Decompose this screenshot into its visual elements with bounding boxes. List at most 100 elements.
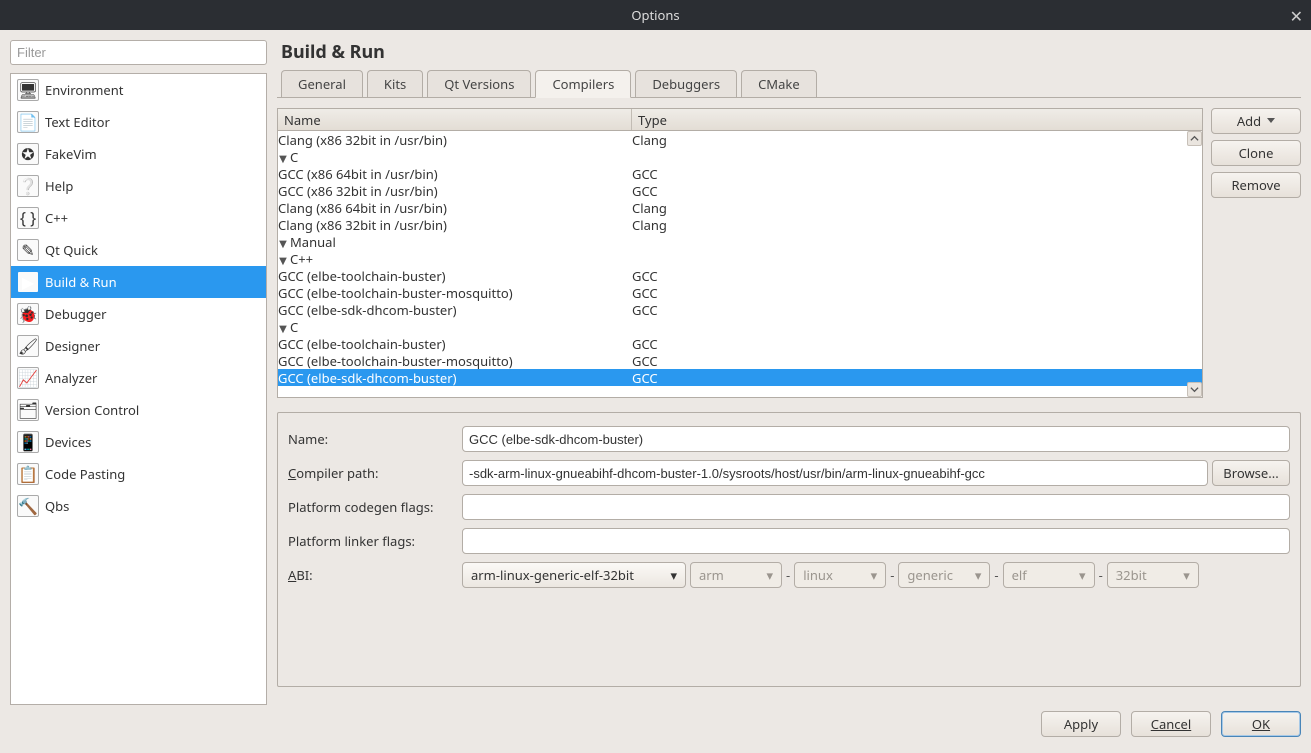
sidebar-item-label: Text Editor bbox=[45, 113, 110, 131]
tree-row[interactable]: Clang (x86 32bit in /usr/bin)Clang bbox=[278, 216, 1202, 233]
sidebar-item-fakevim[interactable]: ✪FakeVim bbox=[11, 138, 266, 170]
tree-row-name: GCC (elbe-toolchain-buster-mosquitto) bbox=[278, 284, 513, 302]
tree-row-type: GCC bbox=[632, 301, 1202, 319]
tree-body[interactable]: Clang (x86 32bit in /usr/bin)Clang▼CGCC … bbox=[278, 131, 1202, 397]
sidebar-item-label: Analyzer bbox=[45, 369, 97, 387]
abi-width-select: 32bit▾ bbox=[1107, 562, 1199, 588]
tree-row-type: GCC bbox=[632, 335, 1202, 353]
compiler-path-label: Compiler path: bbox=[288, 464, 462, 482]
tree-row[interactable]: GCC (elbe-toolchain-buster)GCC bbox=[278, 335, 1202, 352]
tree-row-name: C bbox=[290, 318, 298, 336]
remove-button[interactable]: Remove bbox=[1211, 172, 1301, 198]
scroll-up-button[interactable] bbox=[1187, 131, 1202, 146]
sidebar-item-devices[interactable]: 📱Devices bbox=[11, 426, 266, 458]
debugger-icon: 🐞 bbox=[17, 303, 39, 325]
tree-row[interactable]: ▼C bbox=[278, 148, 1202, 165]
tree-row[interactable]: GCC (elbe-toolchain-buster)GCC bbox=[278, 267, 1202, 284]
apply-button[interactable]: Apply bbox=[1041, 711, 1121, 737]
name-label: Name: bbox=[288, 430, 462, 448]
tree-row[interactable]: ▼C++ bbox=[278, 250, 1202, 267]
sidebar-item-code-pasting[interactable]: 📋Code Pasting bbox=[11, 458, 266, 490]
sidebar-item-label: Designer bbox=[45, 337, 100, 355]
browse-button-label: Browse... bbox=[1223, 464, 1278, 482]
add-button[interactable]: Add bbox=[1211, 108, 1301, 134]
tree-row-name: Manual bbox=[290, 233, 336, 251]
devices-icon: 📱 bbox=[17, 431, 39, 453]
designer-icon: 🖌 bbox=[17, 335, 39, 357]
tree-row[interactable]: Clang (x86 32bit in /usr/bin)Clang bbox=[278, 131, 1202, 148]
chevron-down-icon bbox=[1267, 118, 1275, 124]
codegen-flags-label: Platform codegen flags: bbox=[288, 498, 462, 516]
tree-row-name: GCC (elbe-sdk-dhcom-buster) bbox=[278, 369, 457, 387]
expand-arrow-icon[interactable]: ▼ bbox=[278, 236, 288, 250]
analyzer-icon: 📈 bbox=[17, 367, 39, 389]
environment-icon: 🖥 bbox=[17, 79, 39, 101]
qt-quick-icon: ✎ bbox=[17, 239, 39, 261]
remove-button-label: Remove bbox=[1231, 176, 1280, 194]
tree-row[interactable]: GCC (x86 32bit in /usr/bin)GCC bbox=[278, 182, 1202, 199]
tab-qt-versions[interactable]: Qt Versions bbox=[427, 70, 531, 97]
linker-flags-label: Platform linker flags: bbox=[288, 532, 462, 550]
sidebar-item-qt-quick[interactable]: ✎Qt Quick bbox=[11, 234, 266, 266]
tab-debuggers[interactable]: Debuggers bbox=[635, 70, 737, 97]
abi-select-main[interactable]: arm-linux-generic-elf-32bit ▾ bbox=[462, 562, 686, 588]
sidebar-item-designer[interactable]: 🖌 Designer bbox=[11, 330, 266, 362]
sidebar-item-version-control[interactable]: 🗂Version Control bbox=[11, 394, 266, 426]
tree-row[interactable]: ▼Manual bbox=[278, 233, 1202, 250]
linker-flags-input[interactable] bbox=[462, 528, 1290, 554]
filter-input[interactable] bbox=[10, 40, 267, 65]
column-name[interactable]: Name bbox=[278, 109, 632, 130]
tab-compilers[interactable]: Compilers bbox=[535, 70, 631, 98]
browse-button[interactable]: Browse... bbox=[1212, 460, 1290, 486]
right-panel: Build & Run GeneralKitsQt VersionsCompil… bbox=[277, 40, 1301, 705]
tree-row[interactable]: GCC (elbe-sdk-dhcom-buster) GCC bbox=[278, 301, 1202, 318]
sidebar-item-environment[interactable]: 🖥Environment bbox=[11, 74, 266, 106]
tree-row-type: GCC bbox=[632, 165, 1202, 183]
ok-button-label: OK bbox=[1252, 715, 1270, 733]
expand-arrow-icon[interactable]: ▼ bbox=[278, 151, 288, 165]
tree-row[interactable]: GCC (elbe-sdk-dhcom-buster)GCC bbox=[278, 369, 1202, 386]
window-title: Options bbox=[631, 6, 679, 24]
sidebar-item-label: Build & Run bbox=[45, 273, 117, 291]
tree-row-type: GCC bbox=[632, 284, 1202, 302]
abi-format-select: elf▾ bbox=[1003, 562, 1095, 588]
chevron-down-icon: ▾ bbox=[1183, 566, 1190, 584]
tree-row[interactable]: Clang (x86 64bit in /usr/bin)Clang bbox=[278, 199, 1202, 216]
fakevim-icon: ✪ bbox=[17, 143, 39, 165]
sidebar-item-help[interactable]: ❔Help bbox=[11, 170, 266, 202]
close-icon[interactable]: ✕ bbox=[1290, 5, 1303, 27]
tree-row-type: Clang bbox=[632, 131, 1202, 149]
compilers-tree[interactable]: Name Type Clang (x86 32bit in /usr/bin)C… bbox=[277, 108, 1203, 398]
tree-row-name: GCC (x86 64bit in /usr/bin) bbox=[278, 165, 438, 183]
ok-button[interactable]: OK bbox=[1221, 711, 1301, 737]
chevron-down-icon: ▾ bbox=[766, 566, 773, 584]
sidebar-item-label: C++ bbox=[45, 209, 68, 227]
code-pasting-icon: 📋 bbox=[17, 463, 39, 485]
tab-general[interactable]: General bbox=[281, 70, 363, 97]
tree-row[interactable]: ▼C bbox=[278, 318, 1202, 335]
add-button-label: Add bbox=[1237, 112, 1261, 130]
sidebar-item-cpp[interactable]: { }C++ bbox=[11, 202, 266, 234]
expand-arrow-icon[interactable]: ▼ bbox=[278, 321, 288, 335]
expand-arrow-icon[interactable]: ▼ bbox=[278, 253, 288, 267]
tree-row[interactable]: GCC (elbe-toolchain-buster-mosquitto) GCC bbox=[278, 284, 1202, 301]
categories-list[interactable]: 🖥Environment📄Text Editor✪FakeVim❔Help{ }… bbox=[10, 73, 267, 705]
clone-button[interactable]: Clone bbox=[1211, 140, 1301, 166]
compiler-path-input[interactable] bbox=[462, 460, 1208, 486]
tab-kits[interactable]: Kits bbox=[367, 70, 423, 97]
tree-row-name: GCC (x86 32bit in /usr/bin) bbox=[278, 182, 438, 200]
codegen-flags-input[interactable] bbox=[462, 494, 1290, 520]
sidebar-item-text-editor[interactable]: 📄Text Editor bbox=[11, 106, 266, 138]
column-type[interactable]: Type bbox=[632, 109, 1202, 130]
tab-cmake[interactable]: CMake bbox=[741, 70, 817, 97]
sidebar-item-qbs[interactable]: 🔨Qbs bbox=[11, 490, 266, 522]
tree-row[interactable]: GCC (elbe-toolchain-buster-mosquitto)GCC bbox=[278, 352, 1202, 369]
tree-row-name: GCC (elbe-sdk-dhcom-buster) bbox=[278, 301, 457, 319]
cancel-button[interactable]: Cancel bbox=[1131, 711, 1211, 737]
sidebar-item-analyzer[interactable]: 📈 Analyzer bbox=[11, 362, 266, 394]
sidebar-item-debugger[interactable]: 🐞Debugger bbox=[11, 298, 266, 330]
name-input[interactable] bbox=[462, 426, 1290, 452]
scroll-down-button[interactable] bbox=[1187, 382, 1202, 397]
sidebar-item-build-run[interactable]: ▶Build & Run bbox=[11, 266, 266, 298]
tree-row[interactable]: GCC (x86 64bit in /usr/bin) GCC bbox=[278, 165, 1202, 182]
